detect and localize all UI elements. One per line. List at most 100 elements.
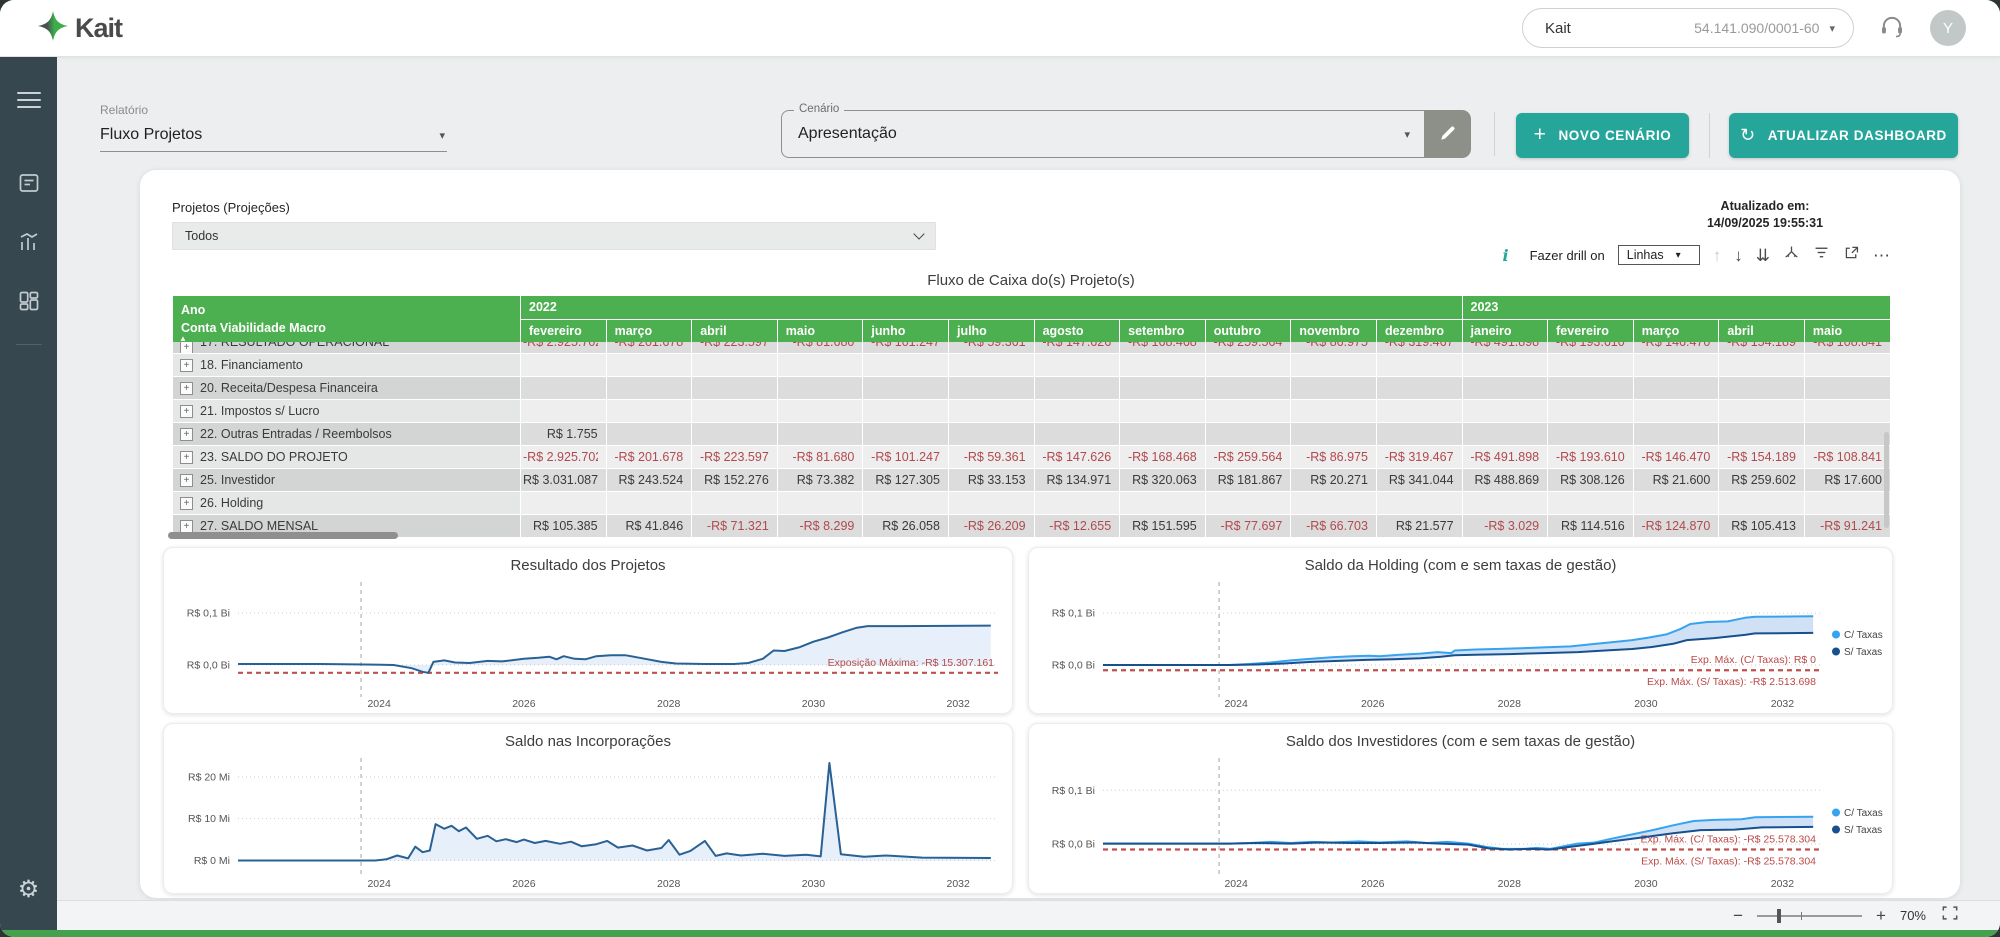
table-row-label[interactable]: +23. SALDO DO PROJETO <box>173 446 521 469</box>
table-cell: R$ 134.971 <box>1034 469 1120 492</box>
table-row-label[interactable]: +20. Receita/Despesa Financeira <box>173 377 521 400</box>
table-cell <box>1462 423 1548 446</box>
zoom-slider-thumb[interactable] <box>1777 909 1781 923</box>
table-cell <box>1120 492 1206 515</box>
zoom-slider[interactable] <box>1757 915 1862 917</box>
expand-row-button[interactable]: + <box>180 497 193 510</box>
chart-card-saldo-holding: Saldo da Holding (com e sem taxas de ges… <box>1028 547 1893 714</box>
edit-scenario-button[interactable] <box>1424 110 1471 158</box>
month-header: maio <box>1804 319 1890 342</box>
projects-filter-dropdown[interactable]: Todos <box>172 222 936 250</box>
table-cell: -R$ 81.680 <box>777 446 863 469</box>
table-cell: -R$ 108.841 <box>1804 446 1890 469</box>
table-cell: -R$ 154.189 <box>1719 446 1805 469</box>
zoom-in-button[interactable]: + <box>1876 907 1886 924</box>
table-cell <box>863 492 949 515</box>
table-row-label[interactable]: +26. Holding <box>173 492 521 515</box>
table-row: +23. SALDO DO PROJETO-R$ 2.925.702-R$ 20… <box>173 446 1891 469</box>
table-cell <box>1633 400 1719 423</box>
table-cell <box>606 377 692 400</box>
sidebar-item-reports[interactable] <box>17 171 41 200</box>
table-row-label[interactable]: +21. Impostos s/ Lucro <box>173 400 521 423</box>
table-cell: R$ 341.044 <box>1376 469 1462 492</box>
table-cell <box>1291 377 1377 400</box>
drill-on-value: Linhas <box>1627 248 1664 262</box>
filter-icon[interactable] <box>1813 244 1830 266</box>
table-cell: -R$ 12.655 <box>1034 515 1120 538</box>
svg-text:2032: 2032 <box>947 698 971 710</box>
svg-text:R$ 0,0 Bi: R$ 0,0 Bi <box>1052 839 1095 851</box>
new-scenario-button[interactable]: + NOVO CENÁRIO <box>1516 113 1689 158</box>
table-cell: -R$ 223.597 <box>692 446 778 469</box>
focus-mode-icon[interactable] <box>1843 244 1860 266</box>
expand-all-icon[interactable] <box>1783 244 1800 266</box>
table-cell: R$ 181.867 <box>1205 469 1291 492</box>
table-row: +27. SALDO MENSALR$ 105.385R$ 41.846-R$ … <box>173 515 1891 538</box>
expand-row-button[interactable]: + <box>180 451 193 464</box>
svg-text:Exp. Máx. (C/ Taxas): -R$ 25.5: Exp. Máx. (C/ Taxas): -R$ 25.578.304 <box>1641 833 1817 845</box>
drill-on-select[interactable]: Linhas ▾ <box>1618 245 1700 265</box>
table-cell <box>521 377 607 400</box>
info-icon[interactable]: i <box>1503 246 1509 265</box>
more-options-icon[interactable]: ⋯ <box>1873 247 1890 264</box>
table-cell: R$ 73.382 <box>777 469 863 492</box>
expand-row-button[interactable]: + <box>180 474 193 487</box>
zoom-out-button[interactable]: − <box>1733 907 1743 924</box>
table-horizontal-scrollbar[interactable] <box>168 532 398 539</box>
sidebar-item-indicators[interactable] <box>17 230 41 259</box>
menu-hamburger-icon[interactable] <box>17 87 41 113</box>
table-cell <box>1548 400 1634 423</box>
table-cell <box>1719 377 1805 400</box>
table-cell <box>863 400 949 423</box>
svg-text:2030: 2030 <box>1634 698 1658 710</box>
table-cell: R$ 21.600 <box>1633 469 1719 492</box>
support-headset-icon[interactable] <box>1878 12 1906 45</box>
table-cell <box>1804 377 1890 400</box>
table-cell <box>1034 492 1120 515</box>
settings-gear-icon[interactable]: ⚙ <box>18 875 40 904</box>
expand-row-button[interactable]: + <box>180 405 193 418</box>
table-cell <box>1804 423 1890 446</box>
table-cell <box>1548 354 1634 377</box>
expand-row-button[interactable]: + <box>180 342 193 353</box>
go-to-next-level-icon[interactable]: ⇊ <box>1756 247 1770 264</box>
user-avatar[interactable]: Y <box>1930 10 1966 46</box>
svg-text:2028: 2028 <box>657 698 681 710</box>
expand-row-button[interactable]: + <box>180 428 193 441</box>
scenario-select[interactable]: Cenário Apresentação ▾ <box>781 110 1424 158</box>
table-cell: -R$ 193.610 <box>1548 446 1634 469</box>
expand-row-button[interactable]: + <box>180 359 193 372</box>
fit-to-screen-icon[interactable] <box>1940 903 1960 928</box>
drill-on-label: Fazer drill on <box>1530 248 1605 263</box>
table-row-label[interactable]: +17. RESULTADO OPERACIONAL <box>173 342 521 354</box>
table-row-label[interactable]: +22. Outras Entradas / Reembolsos <box>173 423 521 446</box>
svg-text:2028: 2028 <box>1498 878 1522 890</box>
month-header: julho <box>948 319 1034 342</box>
drill-up-icon[interactable]: ↑ <box>1713 247 1722 264</box>
table-cell <box>1633 354 1719 377</box>
drill-down-icon[interactable]: ↓ <box>1734 247 1743 264</box>
row-header[interactable]: AnoConta Viabilidade Macro▲ <box>173 296 521 342</box>
month-header: fevereiro <box>1548 319 1634 342</box>
month-header: abril <box>1719 319 1805 342</box>
month-header: janeiro <box>1462 319 1548 342</box>
expand-row-button[interactable]: + <box>180 382 193 395</box>
report-select[interactable]: Relatório Fluxo Projetos ▾ <box>100 103 447 152</box>
projects-filter-value: Todos <box>185 229 218 243</box>
table-cell <box>1462 492 1548 515</box>
table-cell: -R$ 319.467 <box>1376 446 1462 469</box>
update-dashboard-button[interactable]: ↻ ATUALIZAR DASHBOARD <box>1729 113 1958 158</box>
expand-row-button[interactable]: + <box>180 520 193 533</box>
table-row-label[interactable]: +18. Financiamento <box>173 354 521 377</box>
table-row-label[interactable]: +25. Investidor <box>173 469 521 492</box>
table-cell <box>1034 377 1120 400</box>
table-cell: R$ 152.276 <box>692 469 778 492</box>
sidebar-item-dashboards[interactable] <box>17 289 41 318</box>
table-cell <box>692 492 778 515</box>
org-switcher[interactable]: Kait 54.141.090/0001-60 ▾ <box>1522 8 1854 48</box>
table-vertical-scrollbar[interactable] <box>1884 432 1889 528</box>
table-row: +26. Holding <box>173 492 1891 515</box>
table-cell <box>948 492 1034 515</box>
table-cell <box>1719 354 1805 377</box>
scenario-select-label: Cenário <box>794 103 844 115</box>
